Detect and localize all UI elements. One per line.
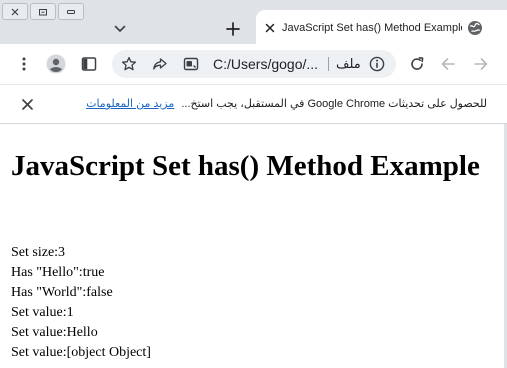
output-list: Set size:3 Has "Hello":true Has "World":… <box>11 243 491 363</box>
back-button[interactable] <box>438 54 458 74</box>
forward-arrow-icon <box>474 58 488 70</box>
tab-strip: JavaScript Set has() Method Example <box>0 0 507 44</box>
back-arrow-icon <box>441 58 455 70</box>
restore-icon <box>39 8 47 15</box>
site-label: ملف <box>336 56 361 71</box>
share-icon <box>153 58 167 70</box>
reload-icon <box>411 57 424 70</box>
minimize-icon <box>67 9 75 14</box>
install-app-icon <box>183 57 199 71</box>
kebab-menu-icon <box>22 57 26 71</box>
tab-close-button[interactable] <box>263 21 277 35</box>
close-icon <box>11 8 19 15</box>
close-icon <box>265 23 275 33</box>
reload-button[interactable] <box>407 54 427 74</box>
install-app-button[interactable] <box>183 56 199 72</box>
chevron-down-icon <box>114 25 126 32</box>
url-text[interactable]: C:/Users/gogo/... <box>213 56 318 72</box>
output-line: Set value:1 <box>11 305 74 320</box>
infobar-message-row: للحصول على تحديثات Google Chrome في المس… <box>86 96 487 112</box>
update-infobar: للحصول على تحديثات Google Chrome في المس… <box>0 84 507 124</box>
globe-icon <box>467 20 483 36</box>
info-icon <box>369 56 385 72</box>
browser-toolbar: C:/Users/gogo/... ملف <box>0 44 507 84</box>
page-title: JavaScript Set has() Method Example <box>11 150 480 182</box>
star-icon <box>121 56 137 71</box>
output-line: Set value:Hello <box>11 325 98 340</box>
forward-button[interactable] <box>471 54 491 74</box>
active-tab[interactable]: JavaScript Set has() Method Example <box>256 10 507 44</box>
infobar-learn-more-link[interactable]: مزيد من المعلومات <box>86 98 174 110</box>
bookmark-button[interactable] <box>121 56 137 72</box>
new-tab-button[interactable] <box>221 17 245 41</box>
window-controls <box>0 0 84 22</box>
window-close-button[interactable] <box>2 3 28 20</box>
plus-icon <box>226 22 240 36</box>
close-icon <box>21 98 33 110</box>
site-info-button[interactable] <box>369 56 385 72</box>
tab-title: JavaScript Set has() Method Example <box>282 22 462 34</box>
output-line: Set size:3 <box>11 245 66 260</box>
tab-search-button[interactable] <box>108 18 132 40</box>
side-panel-button[interactable] <box>79 54 99 74</box>
window-minimize-button[interactable] <box>58 3 84 20</box>
menu-button[interactable] <box>14 54 34 74</box>
omnibox-divider <box>328 57 329 71</box>
side-panel-icon <box>81 57 97 71</box>
output-line: Has "World":false <box>11 285 113 300</box>
window-maximize-button[interactable] <box>30 3 56 20</box>
output-line: Set value:[object Object] <box>11 345 151 360</box>
infobar-close-button[interactable] <box>20 97 34 111</box>
address-bar[interactable]: C:/Users/gogo/... ملف <box>112 50 396 78</box>
output-line: Has "Hello":true <box>11 265 105 280</box>
profile-button[interactable] <box>46 54 66 74</box>
infobar-message: للحصول على تحديثات Google Chrome في المس… <box>181 98 487 110</box>
share-button[interactable] <box>152 56 168 72</box>
page-content: JavaScript Set has() Method Example Set … <box>0 125 507 368</box>
profile-icon <box>46 54 66 74</box>
